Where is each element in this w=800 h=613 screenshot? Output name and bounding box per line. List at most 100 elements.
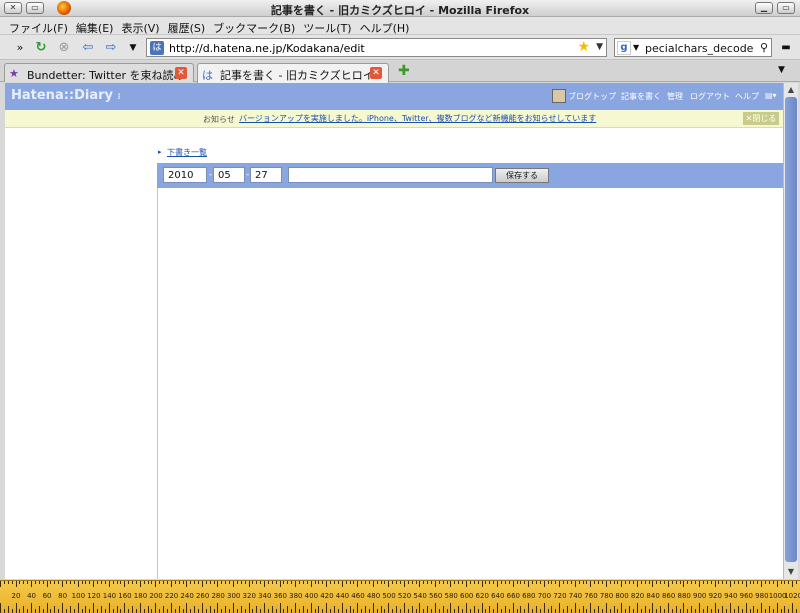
ruler-tick: [283, 609, 285, 613]
tab-close-icon[interactable]: ✕: [370, 67, 382, 79]
ruler-tick: [139, 603, 141, 613]
ruler-tick: [621, 603, 623, 613]
ruler-tick-top: [42, 581, 44, 584]
tab-list-dropdown-icon[interactable]: ▼: [778, 65, 785, 75]
ruler-tick-top: [415, 581, 417, 584]
year-field[interactable]: [163, 167, 207, 183]
flag-dropdown-icon[interactable]: ▤▾: [765, 91, 777, 100]
vertical-scrollbar[interactable]: ▲ ▼: [783, 83, 798, 579]
ruler-tick-top: [741, 581, 743, 584]
notice-link[interactable]: バージョンアップを実施しました。iPhone、Twitter、複数ブログなど新機…: [239, 113, 596, 124]
ruler-label: 980: [755, 592, 769, 600]
ruler-label: 140: [102, 592, 117, 600]
day-field[interactable]: [250, 167, 282, 183]
title-field[interactable]: [288, 167, 493, 183]
nav-help[interactable]: ヘルプ: [735, 91, 759, 102]
ruler-tick-top: [648, 581, 650, 584]
nav-logout[interactable]: ログアウト: [690, 91, 730, 102]
window-restore-icon[interactable]: ▭: [777, 2, 795, 14]
scroll-thumb[interactable]: [785, 97, 797, 562]
ruler-tick-top: [97, 581, 99, 584]
scroll-down-icon[interactable]: ▼: [784, 565, 798, 579]
bookmark-star-icon[interactable]: ★: [577, 39, 590, 55]
back-arrow-icon[interactable]: ⇦: [80, 40, 96, 56]
nav-write-article[interactable]: 記事を書く: [621, 91, 661, 102]
ruler-tick: [652, 603, 654, 613]
ruler-label: 840: [646, 592, 660, 600]
ruler-tick-top: [337, 581, 339, 584]
ruler-tick-top: [233, 581, 234, 587]
blog-top-icon[interactable]: [552, 89, 566, 103]
ruler-tick: [54, 606, 56, 613]
nav-blog-top[interactable]: ブログトップ: [568, 91, 616, 102]
month-field[interactable]: [213, 167, 245, 183]
tab-label: Bundetter: Twitter を束ね読み: [27, 69, 185, 82]
tab-edit-article[interactable]: は 記事を書く - 旧カミクズヒロイ ✕: [197, 63, 389, 83]
overflow-chevron-icon[interactable]: »: [12, 40, 28, 56]
ruler-tick: [539, 609, 541, 613]
save-button[interactable]: 保存する: [495, 168, 549, 183]
forward-arrow-icon[interactable]: ⇨: [103, 40, 119, 56]
history-dropdown-icon[interactable]: ▼: [125, 40, 141, 56]
search-input[interactable]: pecialchars_decode: [645, 42, 753, 55]
search-engine-dropdown-icon[interactable]: ▼: [633, 43, 639, 52]
url-dropdown-icon[interactable]: ▼: [596, 42, 603, 52]
binoculars-icon[interactable]: ⚲: [760, 41, 768, 54]
reload-icon[interactable]: ↻: [33, 40, 49, 56]
ruler-tick: [675, 606, 677, 613]
ruler-tick-top: [772, 581, 774, 584]
ruler-tick-top: [489, 581, 491, 584]
ruler-tick: [178, 606, 180, 613]
menu-bookmarks[interactable]: ブックマーク(B): [210, 17, 300, 35]
search-bar[interactable]: g ▼ pecialchars_decode ⚲: [614, 38, 772, 57]
scroll-up-icon[interactable]: ▲: [784, 83, 798, 97]
ruler-tick-top: [753, 581, 755, 584]
ruler-tick-top: [275, 581, 277, 584]
ruler-tick: [361, 609, 363, 613]
menu-history[interactable]: 履歴(S): [165, 17, 211, 35]
menu-help[interactable]: ヘルプ(H): [357, 17, 415, 35]
ruler-tick-top: [640, 581, 642, 584]
ruler-tick-top: [652, 581, 654, 587]
ruler-tick-top: [209, 581, 211, 584]
notice-close-button[interactable]: ✕閉じる: [743, 112, 779, 125]
ruler-tick-top: [706, 581, 708, 584]
ruler-tick: [598, 606, 600, 613]
ruler-label: 760: [584, 592, 598, 600]
ruler-label: 400: [304, 592, 319, 600]
new-tab-plus-icon[interactable]: ✚: [398, 63, 410, 79]
ruler-label: 680: [522, 592, 536, 600]
url-bar[interactable]: は http://d.hatena.ne.jp/Kodakana/edit ★ …: [146, 38, 607, 57]
menu-file[interactable]: ファイル(F): [6, 17, 73, 35]
hatena-diary-logo[interactable]: Hatena::Diary ⁝: [11, 88, 121, 103]
ruler-tick-top: [617, 581, 619, 584]
ruler-tick: [174, 609, 176, 613]
ruler-label: 380: [289, 592, 303, 600]
stop-icon[interactable]: ⊗: [56, 40, 72, 56]
ruler-tick-top: [714, 581, 716, 587]
toolbar-extra-icon[interactable]: ▬: [778, 40, 794, 56]
tab-close-icon[interactable]: ✕: [175, 67, 187, 79]
window-minimize-icon[interactable]: ▁: [755, 2, 773, 14]
ruler-tick: [419, 603, 421, 613]
ruler-tick-top: [586, 581, 588, 584]
ruler-tick-top: [695, 581, 697, 584]
nav-admin[interactable]: 管理: [667, 91, 683, 102]
search-engine-icon[interactable]: g: [617, 41, 631, 55]
ruler-tick: [528, 603, 530, 613]
ruler-tick: [392, 609, 394, 613]
ruler-tick-top: [248, 581, 250, 587]
menu-view[interactable]: 表示(V): [118, 17, 164, 35]
draft-list-link[interactable]: 下書き一覧: [167, 147, 207, 158]
ruler-tick: [256, 606, 258, 613]
ruler-tick-top: [139, 581, 141, 587]
ruler-tick-top: [745, 581, 747, 587]
ruler-label: 800: [615, 592, 629, 600]
menu-tools[interactable]: ツール(T): [300, 17, 356, 35]
ruler-tick: [248, 603, 250, 613]
ruler-tick-top: [279, 581, 281, 587]
tab-bundetter[interactable]: ★ Bundetter: Twitter を束ね読み ✕: [4, 63, 194, 82]
article-body-editor[interactable]: [157, 188, 783, 579]
menu-edit[interactable]: 編集(E): [73, 17, 119, 35]
ruler-tick: [337, 609, 339, 613]
